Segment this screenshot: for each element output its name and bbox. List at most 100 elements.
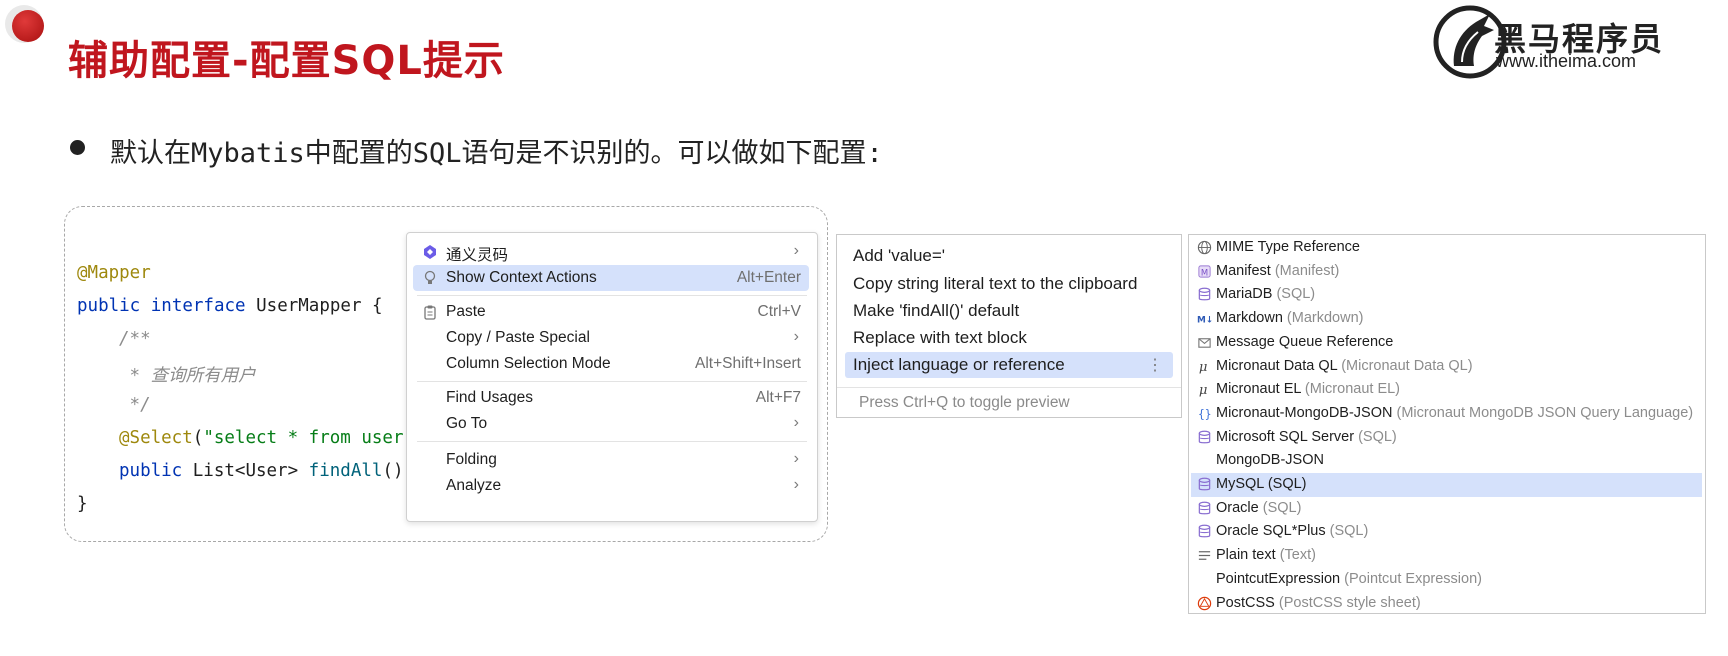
language-dialect: (Markdown) (1286, 310, 1364, 327)
language-item-mariadb[interactable]: MariaDB (SQL) (1191, 283, 1702, 307)
language-item-micronaut-data-ql[interactable]: μ Micronaut Data QL (Micronaut Data QL) (1191, 355, 1702, 379)
menu-item-show-context-actions[interactable]: Show Context Actions Alt+Enter (413, 265, 809, 291)
language-item-pointcut[interactable]: PointcutExpression (Pointcut Expression) (1191, 568, 1702, 592)
language-label: Micronaut Data QL (Micronaut Data QL) (1216, 358, 1473, 374)
code-keyword: public interface (77, 296, 257, 316)
menu-item-paste[interactable]: Paste Ctrl+V (413, 299, 809, 325)
database-icon (1198, 501, 1211, 515)
language-item-mssql[interactable]: Microsoft SQL Server (SQL) (1191, 426, 1702, 450)
language-label: Micronaut-MongoDB-JSON (Micronaut MongoD… (1216, 405, 1693, 421)
intention-actions-popup: Add 'value=' Copy string literal text to… (836, 234, 1182, 418)
editor-context-menu: 通义灵码 › Show Context Actions Alt+Enter Pa… (406, 232, 818, 522)
database-icon (1198, 287, 1211, 301)
language-item-manifest[interactable]: M Manifest (Manifest) (1191, 260, 1702, 284)
language-item-message-queue[interactable]: Message Queue Reference (1191, 331, 1702, 355)
code-line-select: @Select("select * from user (119, 428, 404, 448)
code-return-type: List<User> (192, 461, 309, 481)
language-label: PointcutExpression (Pointcut Expression) (1216, 571, 1482, 587)
language-dialect: (Pointcut Expression) (1344, 570, 1482, 587)
language-dialect: (Micronaut Data QL) (1341, 357, 1473, 374)
language-name: Markdown (1216, 310, 1283, 327)
language-label: MySQL (SQL) (1216, 476, 1307, 492)
json-braces-icon: {} (1198, 408, 1212, 421)
manifest-icon: M (1198, 265, 1211, 278)
code-closing-brace: } (77, 494, 88, 514)
language-dialect: (SQL) (1329, 523, 1369, 540)
language-name: Microsoft SQL Server (1216, 428, 1355, 445)
language-item-mysql[interactable]: MySQL (SQL) (1191, 473, 1702, 497)
menu-item-find-usages[interactable]: Find Usages Alt+F7 (413, 385, 809, 411)
menu-item-label: Go To (446, 415, 488, 432)
language-label: MariaDB (SQL) (1216, 286, 1315, 302)
menu-item-analyze[interactable]: Analyze › (413, 473, 809, 499)
chevron-right-icon: › (793, 450, 799, 467)
language-label: MongoDB-JSON (1216, 452, 1324, 468)
language-item-micronaut-mongodb-json[interactable]: {} Micronaut-MongoDB-JSON (Micronaut Mon… (1191, 402, 1702, 426)
slide-title: 辅助配置-配置SQL提示 (68, 38, 505, 84)
language-label: PostCSS (PostCSS style sheet) (1216, 595, 1421, 611)
language-dialect: (SQL) (1358, 428, 1397, 445)
menu-item-label: Folding (446, 451, 497, 468)
language-dialect: (SQL) (1267, 476, 1307, 492)
menu-item-label: Find Usages (446, 389, 534, 406)
intention-item-add-value[interactable]: Add 'value=' (845, 243, 1173, 269)
code-line-interface: public interface UserMapper { (77, 296, 383, 316)
code-method-name: findAll (308, 461, 383, 481)
language-label: Oracle (SQL) (1216, 500, 1301, 516)
language-name: MIME Type Reference (1216, 239, 1360, 255)
language-label: Markdown (Markdown) (1216, 310, 1363, 326)
clipboard-icon (424, 305, 436, 320)
language-name: Micronaut EL (1216, 381, 1301, 398)
menu-item-folding[interactable]: Folding › (413, 447, 809, 473)
menu-item-shortcut: Ctrl+V (757, 303, 802, 320)
database-icon (1198, 477, 1211, 491)
menu-item-go-to[interactable]: Go To › (413, 411, 809, 437)
code-comment-body: * 查询所有用户 (119, 366, 256, 386)
language-item-postcss[interactable]: PostCSS (PostCSS style sheet) (1191, 592, 1702, 616)
menu-item-label: Copy / Paste Special (446, 329, 590, 346)
language-label: Microsoft SQL Server (SQL) (1216, 429, 1397, 445)
language-label: Micronaut EL (Micronaut EL) (1216, 381, 1400, 397)
menu-item-column-selection-mode[interactable]: Column Selection Mode Alt+Shift+Insert (413, 351, 809, 377)
code-line-annotation: @Mapper (77, 263, 151, 283)
language-name: Micronaut Data QL (1216, 357, 1338, 374)
language-item-plain-text[interactable]: Plain text (Text) (1191, 544, 1702, 568)
menu-separator (417, 381, 807, 382)
language-dialect: (Micronaut MongoDB JSON Query Language) (1396, 404, 1694, 421)
menu-item-label: 通义灵码 (446, 247, 509, 264)
intention-label: Make 'findAll()' default (853, 301, 1020, 320)
code-sql-string[interactable]: "select * from user (203, 428, 403, 448)
lightbulb-icon (424, 270, 436, 284)
language-label: MIME Type Reference (1216, 239, 1360, 255)
language-name: Message Queue Reference (1216, 333, 1394, 350)
code-method-params: () (382, 461, 404, 481)
chevron-right-icon: › (793, 242, 799, 259)
language-item-micronaut-el[interactable]: μ Micronaut EL (Micronaut EL) (1191, 378, 1702, 402)
intention-item-text-block[interactable]: Replace with text block (845, 325, 1173, 351)
language-name: MariaDB (1216, 286, 1273, 303)
menu-item-tongyi-lingma[interactable]: 通义灵码 › (413, 239, 809, 265)
language-item-oracle-sqlplus[interactable]: Oracle SQL*Plus (SQL) (1191, 520, 1702, 544)
menu-item-copy-paste-special[interactable]: Copy / Paste Special › (413, 325, 809, 351)
intention-item-copy-literal[interactable]: Copy string literal text to the clipboar… (845, 271, 1173, 297)
language-item-mongodb-json[interactable]: MongoDB-JSON (1191, 449, 1702, 473)
brand-url: www.itheima.com (1496, 51, 1637, 71)
language-item-markdown[interactable]: M↓ Markdown (Markdown) (1191, 307, 1702, 331)
code-class-name: UserMapper { (256, 296, 383, 316)
more-options-icon[interactable]: ⋮ (1147, 355, 1163, 375)
language-name: Micronaut-MongoDB-JSON (1216, 404, 1393, 421)
bullet-point (70, 140, 85, 155)
language-item-oracle[interactable]: Oracle (SQL) (1191, 497, 1702, 521)
language-item-mime[interactable]: MIME Type Reference (1191, 236, 1702, 260)
menu-separator (417, 441, 807, 442)
micronaut-icon: μ (1199, 360, 1208, 374)
intention-item-make-default[interactable]: Make 'findAll()' default (845, 298, 1173, 324)
slide-red-dot (12, 10, 44, 42)
language-dialect: (PostCSS style sheet) (1278, 594, 1421, 611)
language-name: PostCSS (1216, 594, 1275, 611)
language-dialect: (SQL) (1262, 499, 1302, 516)
intention-item-inject-language[interactable]: Inject language or reference ⋮ (845, 352, 1173, 378)
language-name: Oracle (1216, 499, 1259, 516)
language-label: Oracle SQL*Plus (SQL) (1216, 523, 1368, 539)
intention-label: Add 'value=' (853, 246, 946, 265)
